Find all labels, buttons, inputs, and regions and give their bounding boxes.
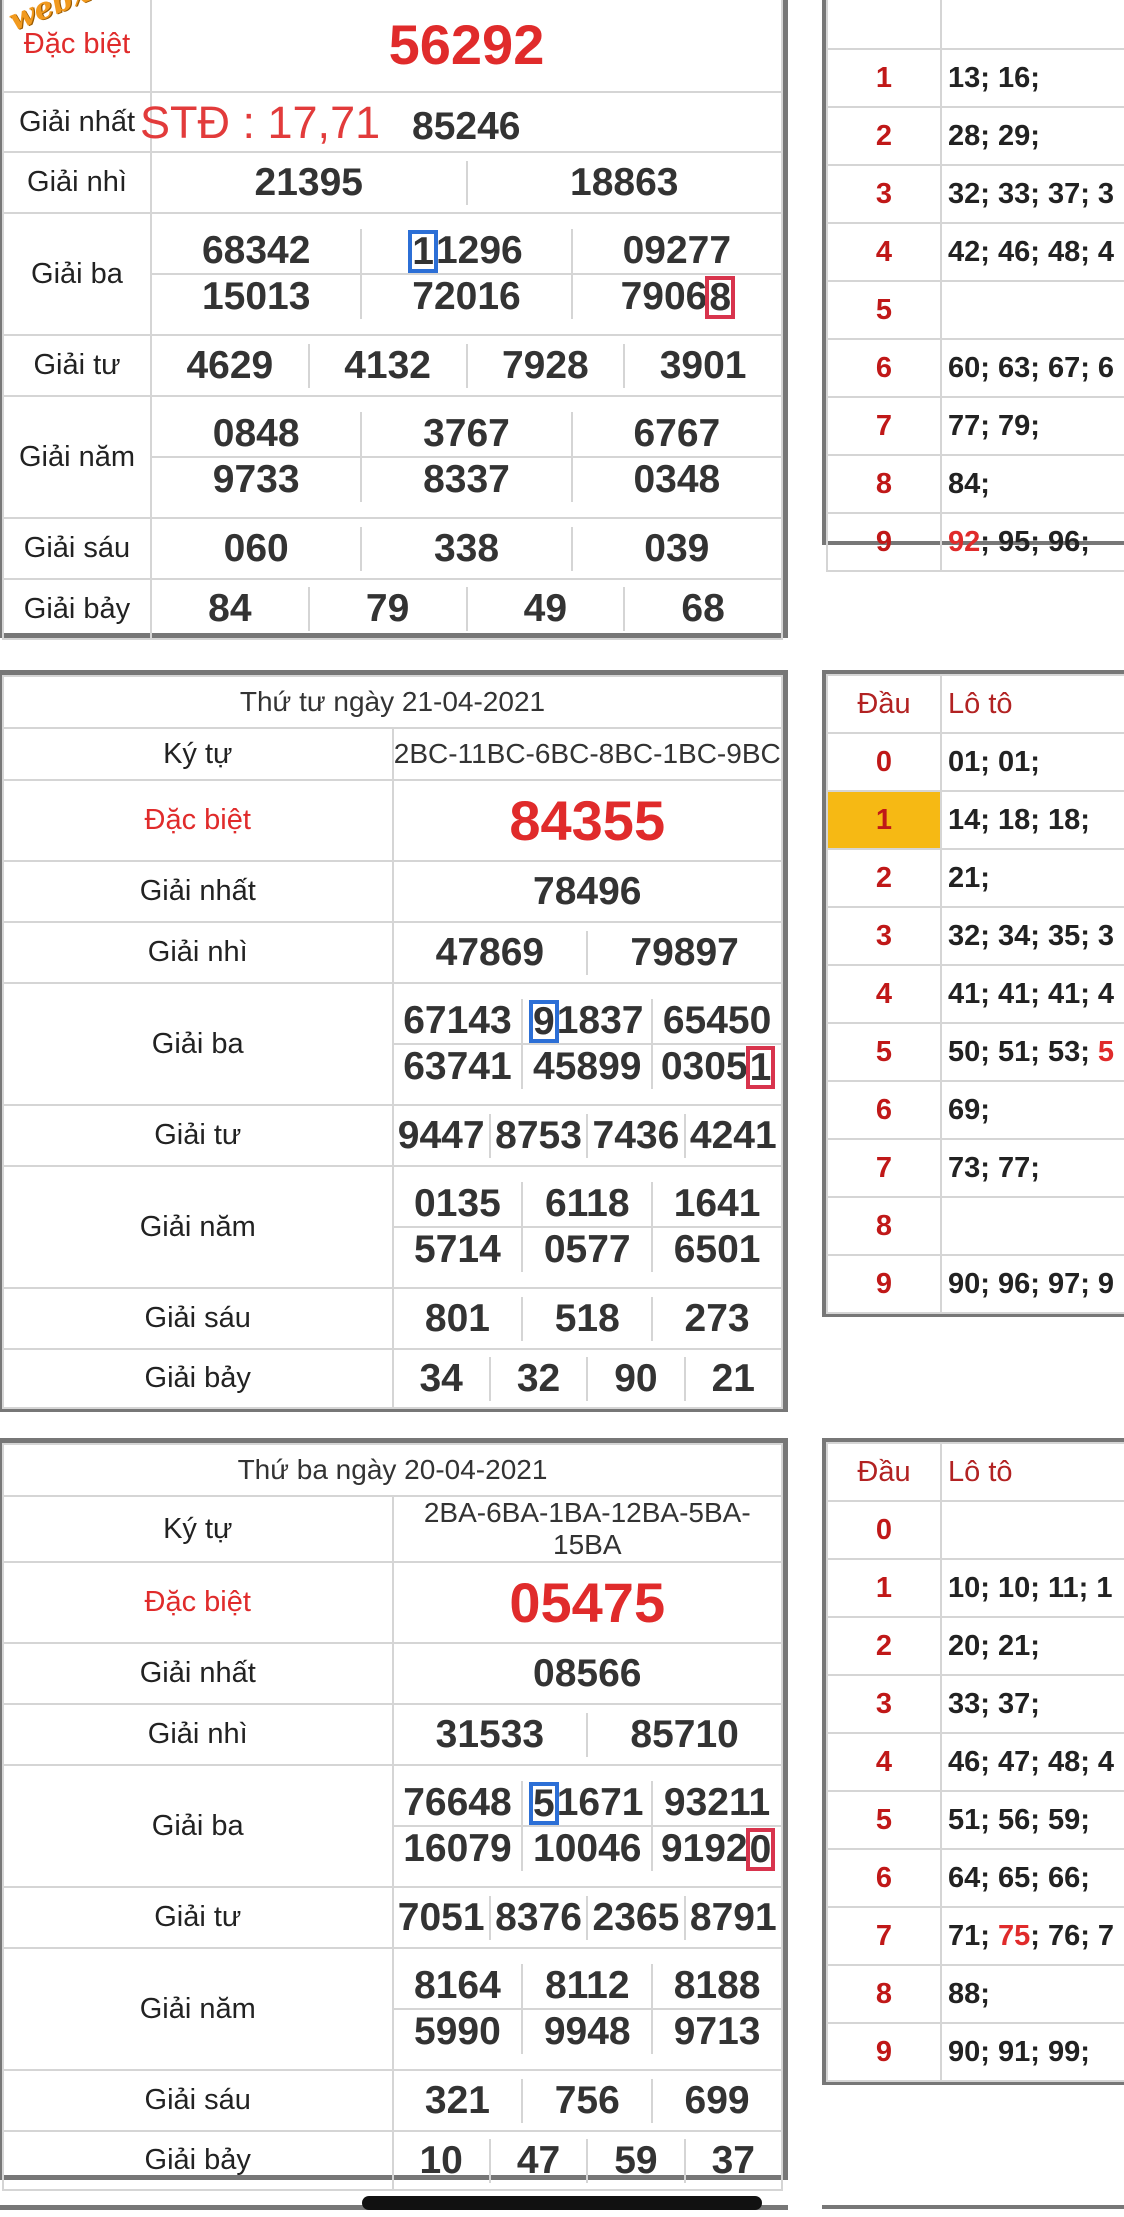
giai-sau-row: 801 518 273 — [394, 1296, 782, 1341]
result-table-2: Thứ tư ngày 21-04-2021 Ký tự 2BC-11BC-6B… — [0, 670, 788, 1412]
giai-nhi-row: 31533 85710 — [394, 1712, 782, 1757]
giai-nhi-label: Giải nhì — [2, 921, 394, 984]
giai-tu-label: Giải tư — [2, 1886, 394, 1949]
giai-ba-label: Giải ba — [2, 212, 152, 336]
giai-sau-row: 321 756 699 — [394, 2078, 782, 2123]
std-text: STĐ : 17,71 — [140, 97, 381, 148]
highlighted-dau-cell: 1 — [826, 790, 942, 850]
giai-ba-label: Giải ba — [2, 1764, 394, 1888]
giai-nhi-label: Giải nhì — [2, 151, 152, 214]
giai-ba: 67143 9 1837 65450 63741 45899 0305 1 — [393, 999, 781, 1089]
red-highlight-box: 0 — [745, 1827, 776, 1871]
dac-biet-label: Đặc biệt — [2, 779, 394, 862]
giai-nhat-value: 08566 — [391, 1642, 783, 1705]
giai-nam: 0848 3767 6767 9733 8337 0348 — [152, 412, 781, 502]
ky-tu-label: Ký tự — [2, 1495, 394, 1563]
ky-tu-value: 2BA-6BA-1BA-12BA-5BA-15BA — [391, 1495, 783, 1563]
giai-nam: 8164 8112 8188 5990 9948 9713 — [393, 1964, 781, 2054]
next-loto-edge — [822, 2205, 1124, 2217]
giai-bay-label: Giải bảy — [2, 578, 152, 640]
giai-nhat-label: Giải nhất — [2, 1642, 394, 1705]
dau-header: Đầu — [826, 674, 942, 734]
loto-table-2: Đầu Lô tô 0 01; 01; 1 14; 18; 18; 2 21; 3 32;… — [822, 670, 1124, 1317]
blue-highlight-box: 9 — [529, 999, 559, 1043]
dac-biet-value: 84355 — [391, 779, 783, 862]
giai-tu-label: Giải tư — [2, 334, 152, 397]
draw-date: Thứ ba ngày 20-04-2021 — [2, 1443, 783, 1497]
loto-header: Lô tô — [940, 674, 1124, 734]
loto-header: Lô tô — [940, 1442, 1124, 1502]
giai-bay-row: 34 32 90 21 — [394, 1356, 782, 1401]
giai-bay-row: 84 79 49 68 — [152, 587, 781, 631]
giai-tu-row: 9447 8753 7436 4241 — [394, 1113, 782, 1158]
dac-biet-label: Đặc biệt — [2, 1561, 394, 1644]
giai-bay-row: 10 47 59 37 — [394, 2138, 782, 2183]
loto-table-3: Đầu Lô tô 0 1 10; 10; 11; 1 2 20; 21; 3 33; … — [822, 1438, 1124, 2085]
blue-highlight-box: 1 — [408, 229, 438, 273]
red-highlight-box: 1 — [745, 1045, 776, 1089]
giai-nhat-value: STĐ : 17,71 85246 — [140, 91, 783, 153]
giai-sau-row: 060 338 039 — [152, 526, 781, 571]
giai-sau-label: Giải sáu — [2, 517, 152, 580]
giai-tu-row: 7051 8376 2365 8791 — [394, 1895, 782, 1940]
giai-nhat-label: Giải nhất — [2, 860, 394, 923]
giai-sau-label: Giải sáu — [2, 2069, 394, 2132]
giai-nhi-row: 47869 79897 — [394, 930, 782, 975]
ky-tu-value: 2BC-11BC-6BC-8BC-1BC-9BC — [391, 727, 783, 781]
blue-highlight-box: 5 — [529, 1781, 559, 1825]
giai-nhat-value: 78496 — [391, 860, 783, 923]
giai-nhi-label: Giải nhì — [2, 1703, 394, 1766]
giai-sau-label: Giải sáu — [2, 1287, 394, 1350]
giai-nam-label: Giải năm — [2, 395, 152, 519]
giai-ba: 76648 5 1671 93211 16079 10046 9192 0 — [393, 1781, 781, 1871]
giai-ba: 68342 1 1296 09277 15013 72016 7906 8 — [152, 229, 781, 319]
result-table-3: Thứ ba ngày 20-04-2021 Ký tự 2BA-6BA-1BA… — [0, 1438, 788, 2191]
giai-nam-label: Giải năm — [2, 1165, 394, 1289]
giai-tu-row: 4629 4132 7928 3901 — [152, 343, 781, 388]
draw-date: Thứ tư ngày 21-04-2021 — [2, 675, 783, 729]
giai-nhat-label: Giải nhất — [2, 91, 152, 153]
giai-nhi-row: 21395 18863 — [152, 160, 781, 205]
dau-header: Đầu — [826, 1442, 942, 1502]
ky-tu-label: Ký tự — [2, 727, 394, 781]
giai-nam-label: Giải năm — [2, 1947, 394, 2071]
result-table-1: Đặc biệt 56292 Giải nhất STĐ : 17,71 852… — [0, 0, 788, 640]
red-highlight-box: 8 — [705, 275, 736, 319]
dac-biet-value: 56292 — [150, 0, 783, 93]
dac-biet-value: 05475 — [391, 1561, 783, 1644]
loto-table-1: 1 13; 16; 2 28; 29; 3 32; 33; 37; 3 4 42; 46… — [822, 0, 1124, 572]
giai-bay-label: Giải bảy — [2, 1348, 394, 1409]
giai-tu-label: Giải tư — [2, 1104, 394, 1167]
giai-ba-label: Giải ba — [2, 982, 394, 1106]
home-indicator[interactable] — [362, 2196, 762, 2210]
giai-bay-label: Giải bảy — [2, 2130, 394, 2191]
giai-nam: 0135 6118 1641 5714 0577 6501 — [393, 1182, 781, 1272]
